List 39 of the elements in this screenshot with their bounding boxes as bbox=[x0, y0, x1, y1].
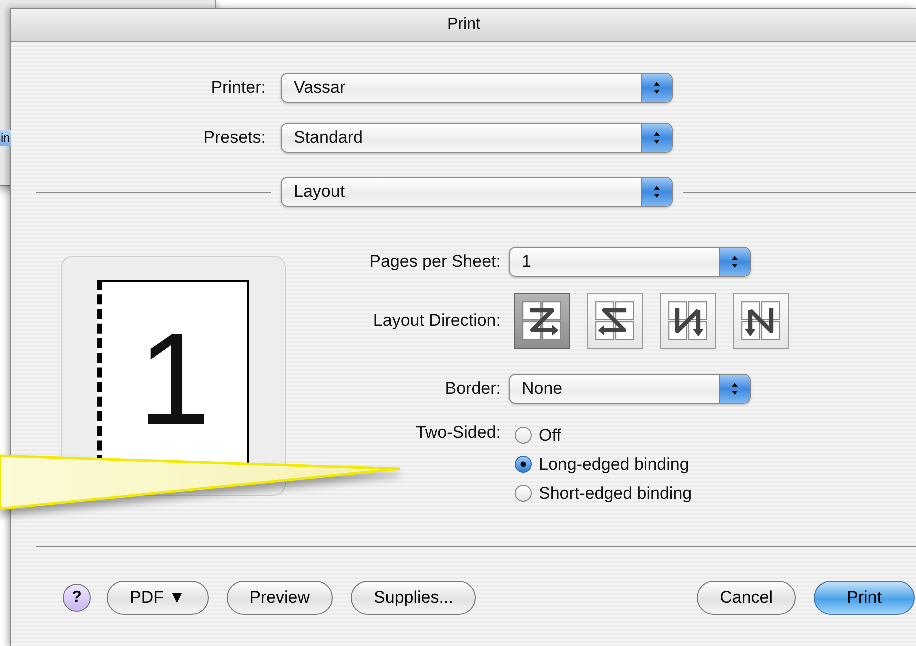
pages-per-sheet-label: Pages per Sheet: bbox=[368, 252, 501, 272]
dialog-button[interactable]: Cancel bbox=[697, 581, 796, 615]
pages-per-sheet-popup[interactable]: 1 bbox=[509, 247, 751, 277]
radio-label: Short-edged binding bbox=[539, 484, 692, 504]
direction-icon bbox=[667, 300, 709, 342]
radio-label: Off bbox=[539, 426, 562, 446]
page-number: 1 bbox=[138, 314, 211, 444]
dialog-button[interactable]: PDF ▼ bbox=[107, 581, 209, 615]
pane-popup[interactable]: Layout bbox=[281, 177, 673, 207]
stepper-icon bbox=[731, 382, 739, 396]
printer-popup[interactable]: Vassar bbox=[281, 73, 673, 103]
layout-direction-button[interactable] bbox=[733, 293, 789, 349]
radio-button[interactable] bbox=[515, 427, 532, 444]
direction-icon bbox=[740, 300, 782, 342]
dialog-button[interactable]: Preview bbox=[226, 581, 334, 615]
background-button[interactable]: in bbox=[0, 130, 12, 146]
layout-direction-label: Layout Direction: bbox=[372, 311, 501, 331]
help-button[interactable]: ? bbox=[63, 584, 91, 612]
layout-direction-button[interactable] bbox=[660, 293, 716, 349]
radio-button[interactable] bbox=[515, 456, 532, 473]
presets-label: Presets: bbox=[202, 128, 266, 148]
radio-label: Long-edged binding bbox=[539, 454, 690, 474]
stepper-icon bbox=[653, 185, 661, 199]
layout-direction-button[interactable] bbox=[514, 293, 570, 349]
dialog-button[interactable]: Supplies... bbox=[351, 581, 476, 615]
printer-label: Printer: bbox=[210, 78, 266, 98]
stepper-icon bbox=[653, 81, 661, 95]
direction-icon bbox=[521, 300, 563, 342]
border-label: Border: bbox=[444, 379, 501, 399]
presets-popup[interactable]: Standard bbox=[281, 123, 673, 153]
layout-direction-button[interactable] bbox=[587, 293, 643, 349]
window-title: Print bbox=[448, 16, 480, 34]
stepper-icon bbox=[731, 255, 739, 269]
direction-icon bbox=[594, 300, 636, 342]
stepper-icon bbox=[653, 131, 661, 145]
two-sided-label: Two-Sided: bbox=[414, 422, 501, 443]
border-popup[interactable]: None bbox=[509, 374, 751, 404]
print-button[interactable]: Print bbox=[814, 581, 915, 615]
radio-button[interactable] bbox=[515, 485, 532, 502]
